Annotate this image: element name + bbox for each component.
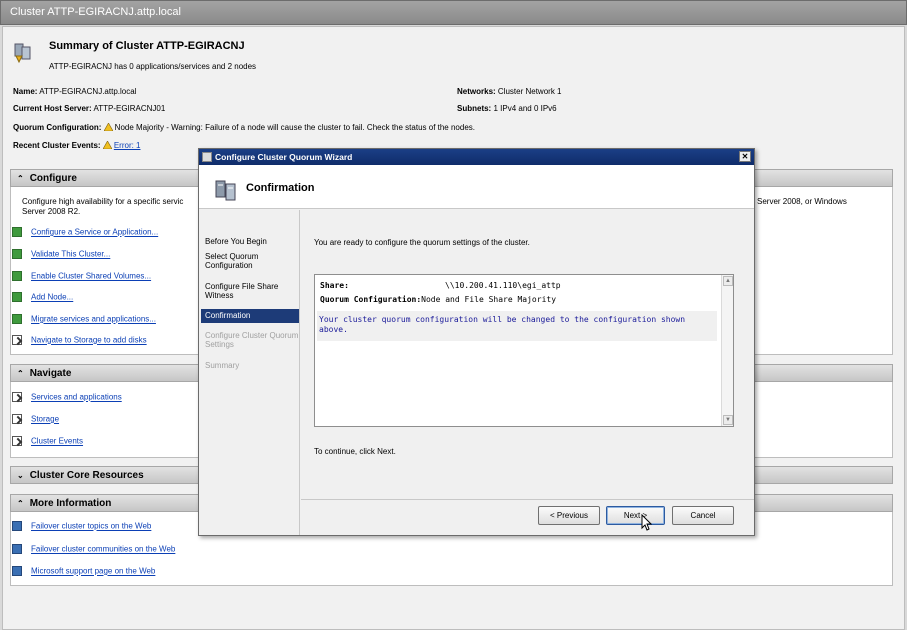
intro-text: You are ready to configure the quorum se… [314, 238, 530, 247]
web-link-support[interactable]: Microsoft support page on the Web [12, 566, 155, 578]
web-icon [12, 544, 22, 554]
summary-subtitle: ATTP-EGIRACNJ has 0 applications/service… [49, 62, 257, 71]
close-button[interactable]: ✕ [739, 151, 751, 162]
confirmation-box[interactable]: Share: \\10.200.41.110\egi_attp Quorum Co… [314, 274, 734, 427]
shortcut-icon [12, 436, 22, 446]
web-link-topics[interactable]: Failover cluster topics on the Web [12, 521, 151, 533]
action-icon [12, 271, 22, 281]
shortcut-icon [12, 392, 22, 402]
collapse-icon: ⌃ [17, 369, 24, 378]
nav-services[interactable]: Services and applications [12, 392, 122, 404]
action-icon [12, 314, 22, 324]
wizard-steps: Before You Begin Select Quorum Configura… [199, 210, 300, 535]
web-icon [12, 521, 22, 531]
host-row: Current Host Server: ATTP-EGIRACNJ01 [13, 104, 166, 113]
scroll-down-icon: ▼ [723, 415, 733, 425]
events-link[interactable]: Error: 1 [114, 141, 141, 150]
nav-events[interactable]: Cluster Events [12, 436, 83, 448]
action-configure-service[interactable]: Configure a Service or Application... [12, 227, 158, 239]
nav-storage[interactable]: Storage [12, 414, 59, 426]
networks-row: Networks: Cluster Network 1 [457, 87, 562, 96]
quorum-wizard-dialog: Configure Cluster Quorum Wizard ✕ Confir… [198, 148, 755, 536]
quorum-row: Quorum Configuration: Node Majority - Wa… [13, 123, 475, 132]
step-file-share-witness[interactable]: Configure File Share Witness [205, 282, 299, 300]
configure-desc: Configure high availability for a specif… [22, 197, 184, 216]
warning-icon [102, 141, 112, 149]
step-before-you-begin[interactable]: Before You Begin [205, 237, 299, 246]
action-validate[interactable]: Validate This Cluster... [12, 249, 110, 261]
confirmation-note: Your cluster quorum configuration will b… [317, 311, 717, 341]
previous-button[interactable]: < Previous [538, 506, 600, 525]
cluster-icon [215, 180, 236, 201]
events-row: Recent Cluster Events: Error: 1 [13, 141, 141, 150]
dialog-header: Confirmation [199, 165, 754, 209]
name-row: Name: ATTP-EGIRACNJ.attp.local [13, 87, 137, 96]
continue-text: To continue, click Next. [314, 447, 396, 456]
subnets-row: Subnets: 1 IPv4 and 0 IPv6 [457, 104, 557, 113]
configure-desc-right: Server 2008, or Windows [757, 197, 847, 206]
scroll-up-icon: ▲ [723, 276, 733, 286]
mouse-pointer-icon [641, 514, 652, 531]
expand-icon: ⌄ [17, 471, 24, 480]
step-summary: Summary [205, 361, 240, 370]
step-confirmation[interactable]: Confirmation [201, 309, 299, 323]
action-icon [12, 292, 22, 302]
button-bar [301, 499, 754, 500]
quorum-config-row: Quorum Configuration:Node and File Share… [320, 295, 557, 304]
scrollbar[interactable]: ▲ ▼ [721, 275, 733, 426]
next-button[interactable]: Next > [606, 506, 665, 525]
wizard-icon [202, 152, 212, 162]
collapse-icon: ⌃ [17, 174, 24, 183]
action-icon [12, 227, 22, 237]
window-title: Cluster ATTP-EGIRACNJ.attp.local [0, 0, 907, 25]
action-enable-csv[interactable]: Enable Cluster Shared Volumes... [12, 271, 151, 283]
summary-title: Summary of Cluster ATTP-EGIRACNJ [49, 40, 245, 52]
warning-icon [103, 123, 113, 131]
share-row: Share: \\10.200.41.110\egi_attp [320, 281, 561, 290]
dialog-heading: Confirmation [246, 182, 315, 194]
action-navigate-storage[interactable]: Navigate to Storage to add disks [12, 335, 147, 347]
dialog-title: Configure Cluster Quorum Wizard [215, 152, 353, 162]
action-icon [12, 249, 22, 259]
web-link-communities[interactable]: Failover cluster communities on the Web [12, 544, 175, 556]
step-select-quorum[interactable]: Select Quorum Configuration [205, 252, 299, 270]
web-icon [12, 566, 22, 576]
cluster-icon [14, 43, 31, 64]
step-configure-settings: Configure Cluster Quorum Settings [205, 331, 299, 349]
dialog-content: You are ready to configure the quorum se… [301, 210, 754, 535]
cancel-button[interactable]: Cancel [672, 506, 734, 525]
shortcut-icon [12, 335, 22, 345]
shortcut-icon [12, 414, 22, 424]
collapse-icon: ⌃ [17, 499, 24, 508]
dialog-titlebar[interactable]: Configure Cluster Quorum Wizard ✕ [199, 149, 754, 165]
action-migrate[interactable]: Migrate services and applications... [12, 314, 156, 326]
action-add-node[interactable]: Add Node... [12, 292, 73, 304]
